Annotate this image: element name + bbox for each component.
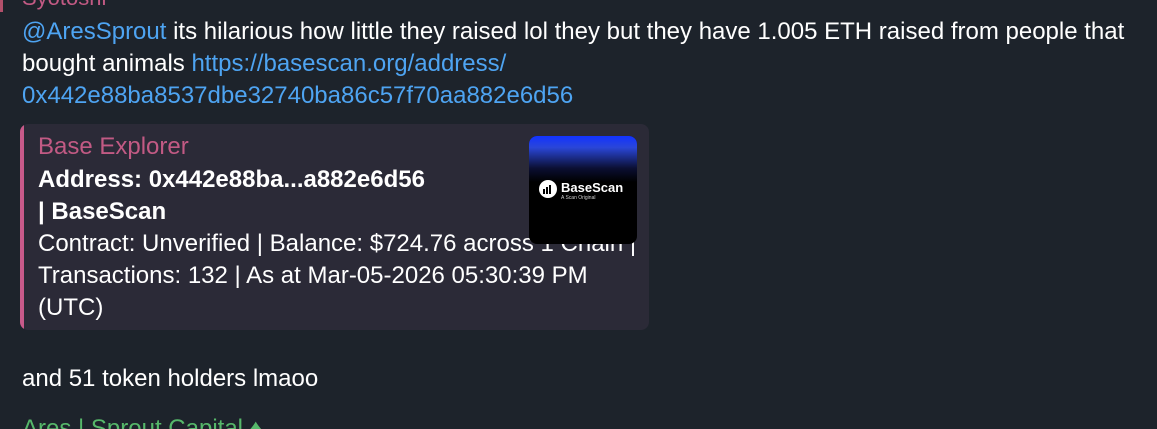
preview-title-line-2: | BaseScan [38, 198, 167, 225]
message-body: @AresSprout its hilarious how little the… [22, 16, 1147, 112]
preview-accent-bar [20, 124, 24, 330]
chat-view: Syotoshi @AresSprout its hilarious how l… [0, 0, 1157, 429]
message-accent-bar [0, 0, 3, 12]
thumbnail-glow [529, 136, 637, 182]
link-part-2[interactable]: 0x442e88ba8537dbe32740ba86c57f70aa882e6d… [22, 82, 573, 109]
link-part-1[interactable]: https://basescan.org/address/ [191, 50, 506, 77]
mention-link[interactable]: @AresSprout [22, 18, 166, 45]
preview-title-line-1: Address: 0x442e88ba...a882e6d56 [38, 166, 425, 193]
thumbnail-brand-name: BaseScan [561, 180, 624, 195]
preview-title: Address: 0x442e88ba...a882e6d56 | BaseSc… [38, 164, 508, 228]
basescan-logo: BaseScan A Scan Original [539, 180, 634, 204]
message-text: its hilarious how little they raised lol… [22, 18, 1125, 77]
basescan-logo-icon [539, 180, 557, 198]
message-followup-text: and 51 token holders lmaoo [22, 365, 319, 392]
preview-site-name: Base Explorer [38, 133, 189, 160]
link-preview-card[interactable]: Base Explorer Address: 0x442e88ba...a882… [20, 124, 649, 330]
thumbnail-brand-tagline: A Scan Original [561, 195, 596, 201]
preview-thumbnail[interactable]: BaseScan A Scan Original [529, 136, 637, 244]
sender-name[interactable]: Syotoshi [22, 0, 106, 10]
next-message-sender[interactable]: Ares | Sprout Capital ♦ [22, 415, 262, 429]
